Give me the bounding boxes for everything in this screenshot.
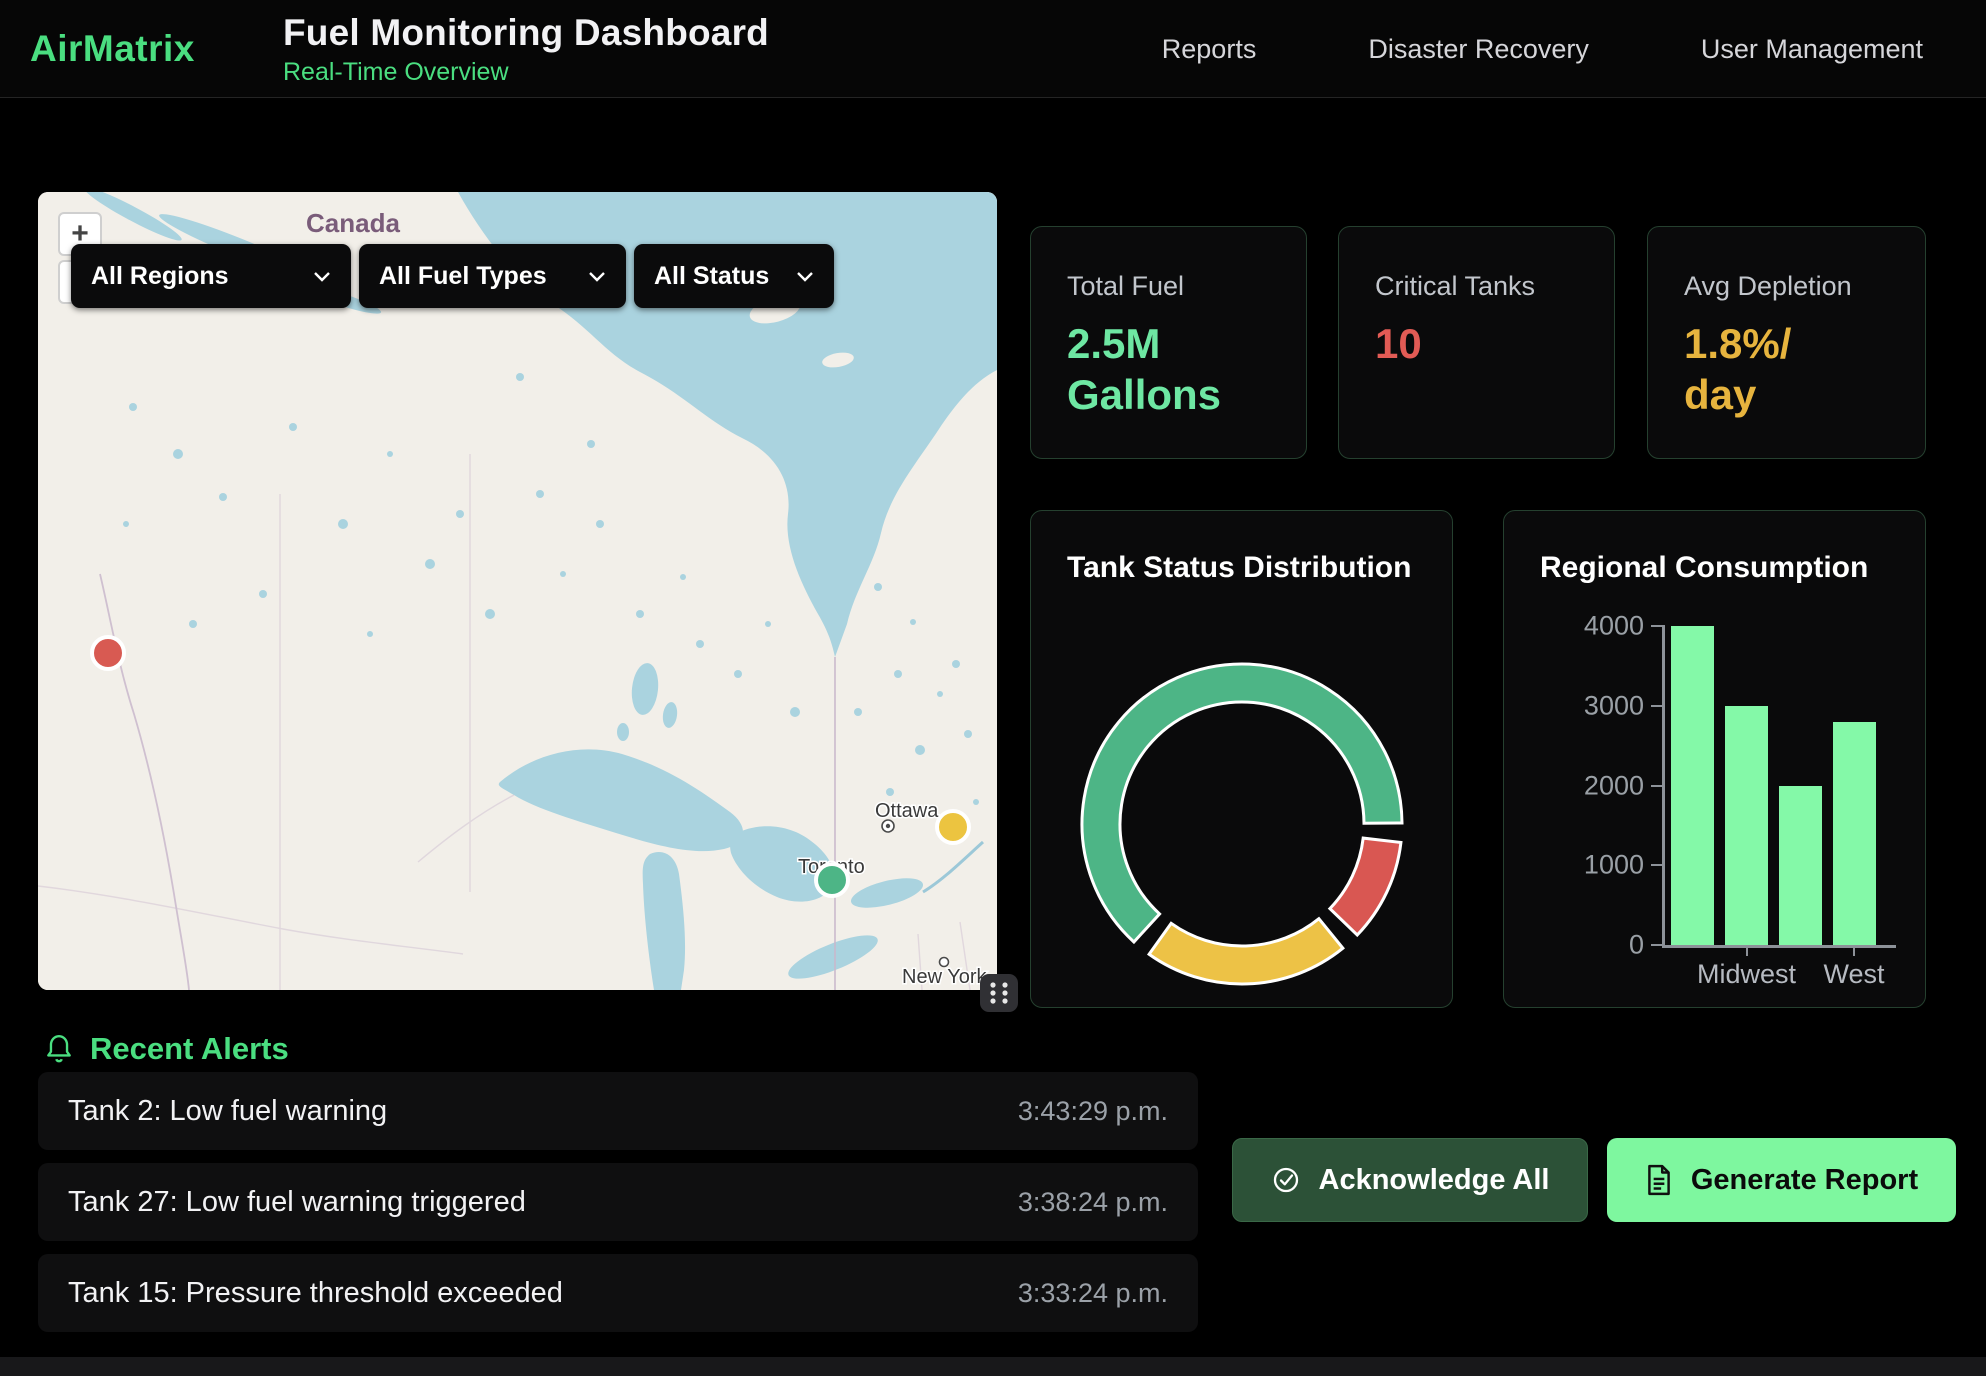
tank-marker-warning[interactable] xyxy=(937,811,969,843)
tank-status-chart-card: Tank Status Distribution xyxy=(1030,510,1453,1008)
nav-user-management[interactable]: User Management xyxy=(1701,34,1923,65)
consumption-bar xyxy=(1725,706,1768,945)
document-icon xyxy=(1645,1164,1673,1196)
stat-label: Avg Depletion xyxy=(1684,271,1925,302)
alert-message: Tank 27: Low fuel warning triggered xyxy=(68,1186,526,1219)
alert-timestamp: 3:38:24 p.m. xyxy=(1018,1187,1168,1218)
stat-card-avg-depletion: Avg Depletion 1.8%/ day xyxy=(1647,226,1926,459)
dashboard: AirMatrix Fuel Monitoring Dashboard Real… xyxy=(0,0,1986,1376)
stat-label: Critical Tanks xyxy=(1375,271,1614,302)
x-tick-label: West xyxy=(1784,959,1924,990)
fuel-type-filter-dropdown[interactable]: All Fuel Types xyxy=(359,244,626,308)
regional-consumption-bar-chart: 01000200030004000MidwestWest xyxy=(1504,511,1927,1009)
alerts-title: Recent Alerts xyxy=(90,1031,289,1067)
alert-timestamp: 3:33:24 p.m. xyxy=(1018,1278,1168,1309)
title-block: Fuel Monitoring Dashboard Real-Time Over… xyxy=(283,12,769,87)
alert-message: Tank 15: Pressure threshold exceeded xyxy=(68,1277,563,1310)
stat-card-critical-tanks: Critical Tanks 10 xyxy=(1338,226,1615,459)
nav-disaster-recovery[interactable]: Disaster Recovery xyxy=(1368,34,1589,65)
tank-status-donut-chart xyxy=(1031,511,1454,1009)
stat-value: 10 xyxy=(1375,318,1614,369)
map-panel[interactable]: Canada Ottawa Toronto New York + − All R… xyxy=(38,192,997,990)
map-resize-grip-icon[interactable] xyxy=(980,974,1018,1012)
donut-segment-critical xyxy=(1330,838,1401,935)
y-axis xyxy=(1662,625,1665,947)
consumption-bar xyxy=(1671,626,1714,945)
stat-value: 1.8%/ xyxy=(1684,318,1925,369)
main-nav: Reports Disaster Recovery User Managemen… xyxy=(1162,0,1923,98)
y-tick-label: 4000 xyxy=(1532,611,1644,642)
region-filter-value: All Regions xyxy=(91,262,229,291)
page-title: Fuel Monitoring Dashboard xyxy=(283,12,769,54)
regional-consumption-chart-card: Regional Consumption 01000200030004000Mi… xyxy=(1503,510,1926,1008)
check-circle-icon xyxy=(1271,1165,1301,1195)
nav-reports[interactable]: Reports xyxy=(1162,34,1257,65)
generate-report-button[interactable]: Generate Report xyxy=(1607,1138,1956,1222)
top-bar: AirMatrix Fuel Monitoring Dashboard Real… xyxy=(0,0,1986,98)
bell-icon xyxy=(44,1032,74,1066)
donut-segment-warning xyxy=(1149,919,1343,984)
alert-timestamp: 3:43:29 p.m. xyxy=(1018,1096,1168,1127)
alert-list-item: Tank 27: Low fuel warning triggered 3:38… xyxy=(38,1163,1198,1241)
alerts-header: Recent Alerts xyxy=(44,1031,289,1067)
bottom-strip xyxy=(0,1357,1986,1376)
stat-value-line2: day xyxy=(1684,369,1925,420)
stat-card-total-fuel: Total Fuel 2.5M Gallons xyxy=(1030,226,1307,459)
chevron-down-icon xyxy=(796,271,814,282)
new-york-label: New York xyxy=(902,966,987,988)
region-filter-dropdown[interactable]: All Regions xyxy=(71,244,351,308)
map-filters: All Regions All Fuel Types All Status xyxy=(71,244,834,308)
alert-message: Tank 2: Low fuel warning xyxy=(68,1095,387,1128)
tank-marker-normal[interactable] xyxy=(816,864,848,896)
acknowledge-all-label: Acknowledge All xyxy=(1319,1164,1550,1197)
alert-list-item: Tank 15: Pressure threshold exceeded 3:3… xyxy=(38,1254,1198,1332)
consumption-bar xyxy=(1779,786,1822,946)
stat-label: Total Fuel xyxy=(1067,271,1306,302)
app-logo: AirMatrix xyxy=(30,28,195,70)
status-filter-value: All Status xyxy=(654,262,769,291)
y-tick-label: 0 xyxy=(1532,930,1644,961)
y-tick-label: 1000 xyxy=(1532,850,1644,881)
x-axis xyxy=(1662,945,1896,948)
generate-report-label: Generate Report xyxy=(1691,1164,1918,1197)
stat-value: 2.5M xyxy=(1067,318,1306,369)
tank-marker-critical[interactable] xyxy=(92,637,124,669)
page-subtitle: Real-Time Overview xyxy=(283,58,769,87)
country-label: Canada xyxy=(306,208,400,238)
chevron-down-icon xyxy=(588,271,606,282)
ottawa-label: Ottawa xyxy=(875,800,939,822)
consumption-bar xyxy=(1833,722,1876,945)
alert-list-item: Tank 2: Low fuel warning 3:43:29 p.m. xyxy=(38,1072,1198,1150)
map-canvas: Canada Ottawa Toronto New York xyxy=(38,192,997,990)
acknowledge-all-button[interactable]: Acknowledge All xyxy=(1232,1138,1588,1222)
status-filter-dropdown[interactable]: All Status xyxy=(634,244,834,308)
stat-value-line2: Gallons xyxy=(1067,369,1306,420)
chevron-down-icon xyxy=(313,271,331,282)
fuel-type-filter-value: All Fuel Types xyxy=(379,262,547,291)
y-tick-label: 2000 xyxy=(1532,770,1644,801)
y-tick-label: 3000 xyxy=(1532,690,1644,721)
